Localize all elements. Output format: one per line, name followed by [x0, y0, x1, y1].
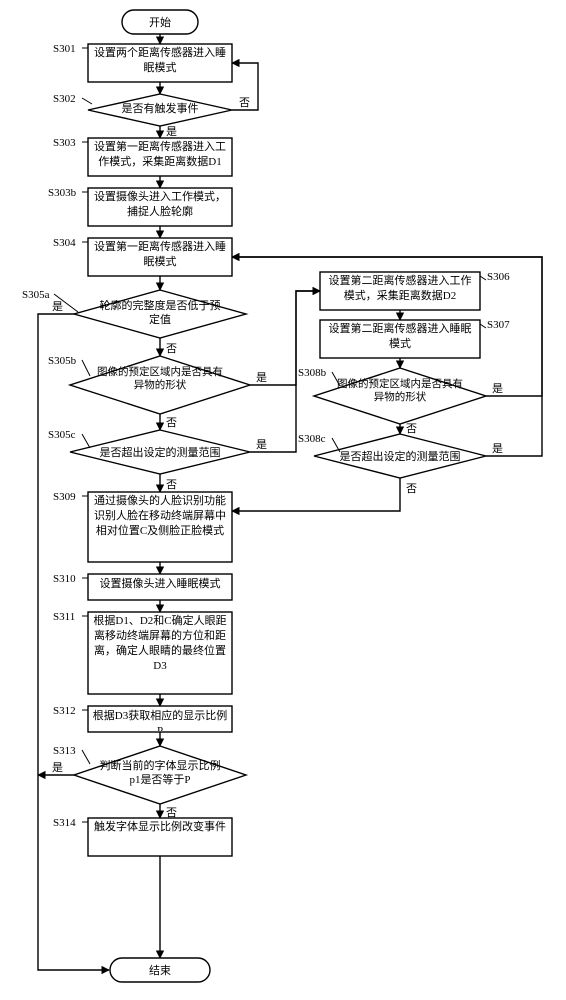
- svg-text:S302: S302: [53, 93, 76, 105]
- terminator-start: 开始: [122, 10, 198, 34]
- svg-text:否: 否: [166, 479, 177, 491]
- node-s303: 设置第一距离传感器进入工作模式，采集距离数据D1: [88, 138, 232, 176]
- svg-text:S306: S306: [487, 271, 510, 283]
- svg-text:否: 否: [166, 343, 177, 355]
- node-s308b: 图像的预定区域内是否具有异物的形状: [314, 368, 486, 424]
- flowchart: 否 是 是 否 是 否 是 否 是 否 是 否 是 否 S301 S302 S3…: [0, 0, 566, 1000]
- node-s305c: 是否超出设定的测量范围: [70, 430, 250, 474]
- svg-text:S313: S313: [53, 745, 76, 757]
- svg-text:是: 是: [52, 761, 63, 774]
- svg-text:是: 是: [52, 300, 63, 313]
- svg-text:S308c: S308c: [298, 433, 326, 445]
- svg-text:S314: S314: [53, 817, 76, 829]
- node-s307: 设置第二距离传感器进入睡眠模式: [320, 320, 480, 358]
- svg-text:是: 是: [166, 125, 177, 138]
- node-s311: 根据D1、D2和C确定人眼距离移动终端屏幕的方位和距离，确定人眼睛的最终位置D3: [88, 612, 232, 694]
- svg-text:S303b: S303b: [48, 187, 77, 199]
- node-s301: 设置两个距离传感器进入睡眠模式: [88, 44, 232, 82]
- svg-text:是: 是: [492, 442, 503, 455]
- svg-text:S301: S301: [53, 43, 76, 55]
- svg-text:S312: S312: [53, 705, 76, 717]
- svg-text:S305b: S305b: [48, 355, 77, 367]
- node-s303b: 设置摄像头进入工作模式，捕捉人脸轮廓: [88, 188, 232, 226]
- node-s312: 根据D3获取相应的显示比例P: [88, 706, 232, 732]
- node-s306: 设置第二距离传感器进入工作模式，采集距离数据D2: [320, 272, 480, 310]
- svg-text:S307: S307: [487, 319, 510, 331]
- svg-text:S305c: S305c: [48, 429, 76, 441]
- svg-text:S311: S311: [53, 611, 75, 623]
- node-s309: 通过摄像头的人脸识别功能识别人脸在移动终端屏幕中相对位置C及侧脸正脸模式: [88, 492, 232, 562]
- terminator-end: 结束: [110, 958, 210, 982]
- node-s314: 触发字体显示比例改变事件: [88, 818, 232, 856]
- svg-text:开始: 开始: [149, 15, 171, 29]
- svg-text:结束: 结束: [149, 964, 171, 977]
- svg-text:是: 是: [492, 382, 503, 395]
- node-s310: 设置摄像头进入睡眠模式: [88, 574, 232, 600]
- node-s305b: 图像的预定区域内是否具有异物的形状: [70, 356, 250, 414]
- svg-text:否: 否: [166, 807, 177, 819]
- node-s308c: 是否超出设定的测量范围: [314, 434, 486, 478]
- svg-text:S304: S304: [53, 237, 76, 249]
- svg-text:否: 否: [406, 423, 417, 435]
- svg-text:S309: S309: [53, 491, 76, 503]
- svg-text:是: 是: [256, 371, 267, 384]
- node-s313: 判断当前的字体显示比例p1是否等于P: [74, 746, 246, 804]
- svg-text:S308b: S308b: [298, 367, 327, 379]
- svg-text:否: 否: [239, 97, 250, 109]
- node-s305a: 轮廓的完整度是否低于预定值: [74, 290, 246, 338]
- svg-text:是: 是: [256, 438, 267, 451]
- svg-text:否: 否: [166, 417, 177, 429]
- svg-text:否: 否: [406, 483, 417, 495]
- svg-text:S305a: S305a: [22, 289, 50, 301]
- svg-text:S310: S310: [53, 573, 76, 585]
- node-s302: 是否有触发事件: [88, 94, 232, 126]
- svg-text:S303: S303: [53, 137, 76, 149]
- node-s304: 设置第一距离传感器进入睡眠模式: [88, 238, 232, 276]
